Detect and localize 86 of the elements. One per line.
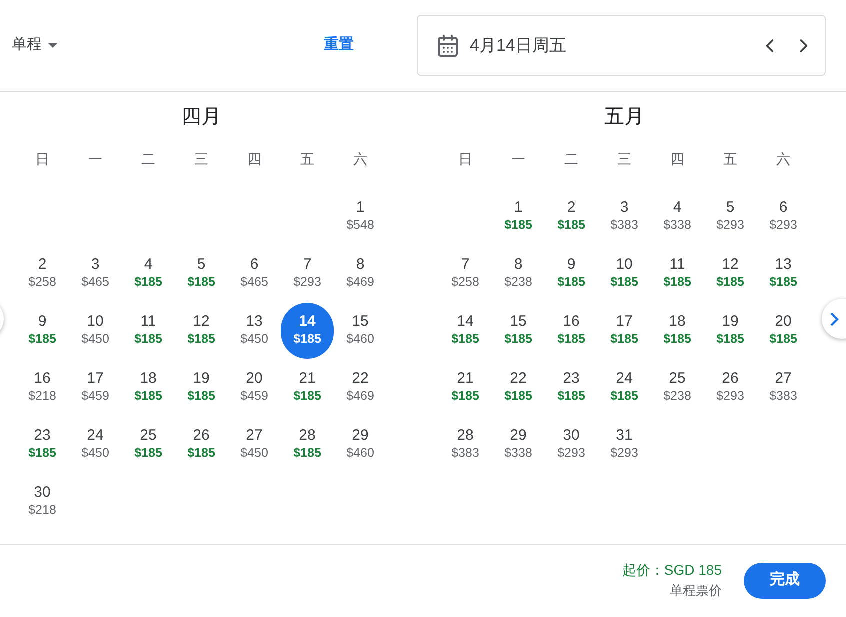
calendar-day[interactable]: 20 $459	[228, 360, 281, 416]
done-button[interactable]: 完成	[744, 562, 826, 598]
calendar-day[interactable]: 24 $185	[598, 360, 651, 416]
calendar-day[interactable]: 5 $293	[704, 188, 757, 244]
calendar-day[interactable]: 7 $258	[439, 246, 492, 302]
calendar-day[interactable]: 20 $185	[757, 302, 810, 358]
calendar-day[interactable]: 5 $185	[175, 246, 228, 302]
calendar-day[interactable]: 14 $185	[439, 302, 492, 358]
calendar-day[interactable]: 9 $185	[545, 246, 598, 302]
calendar-day[interactable]: 14 $185	[281, 302, 334, 358]
calendar-day[interactable]: 8 $469	[334, 246, 387, 302]
weekday-label: 四	[670, 150, 686, 168]
calendar-day[interactable]: 19 $185	[704, 302, 757, 358]
calendar-day[interactable]: 1 $548	[334, 188, 387, 244]
month-title: 五月	[604, 105, 646, 130]
calendar-day[interactable]: 6 $465	[228, 246, 281, 302]
calendar-day[interactable]: 13 $185	[757, 246, 810, 302]
calendar-day[interactable]: 6 $293	[757, 188, 810, 244]
weekday-label: 三	[616, 150, 632, 168]
calendar-day[interactable]: 16 $218	[16, 360, 69, 416]
calendar-day[interactable]: 13 $450	[228, 302, 281, 358]
calendar-day[interactable]: 21 $185	[439, 360, 492, 416]
calendar-day[interactable]: 23 $185	[16, 416, 69, 472]
weekday-label: 二	[564, 150, 580, 168]
calendar-day[interactable]: 4 $338	[651, 188, 704, 244]
calendar-day[interactable]: 17 $185	[598, 302, 651, 358]
calendar-day[interactable]: 11 $185	[122, 302, 175, 358]
calendar-day[interactable]: 15 $185	[492, 302, 545, 358]
calendar-day[interactable]: 1 $185	[492, 188, 545, 244]
starting-price: 起价：SGD 185	[622, 561, 722, 580]
calendar-day[interactable]: 29 $460	[334, 416, 387, 472]
calendar-day[interactable]: 19 $185	[175, 360, 228, 416]
calendar-day[interactable]: 17 $459	[69, 360, 122, 416]
calendar-day[interactable]: 28 $383	[439, 416, 492, 472]
weekday-label: 六	[776, 150, 792, 168]
calendar-day[interactable]: 16 $185	[545, 302, 598, 358]
calendar-day[interactable]: 18 $185	[122, 360, 175, 416]
calendar-day[interactable]: 8 $238	[492, 246, 545, 302]
calendar-icon	[436, 34, 460, 58]
calendar-day[interactable]: 22 $185	[492, 360, 545, 416]
weekday-label: 六	[352, 150, 368, 168]
date-field[interactable]: 4月14日周五	[417, 15, 826, 76]
calendar-day[interactable]: 21 $185	[281, 360, 334, 416]
calendar-day[interactable]: 30 $218	[16, 474, 69, 530]
calendar-day[interactable]: 22 $469	[334, 360, 387, 416]
month-title: 四月	[180, 105, 222, 130]
calendar-day[interactable]: 26 $185	[175, 416, 228, 472]
calendar-day[interactable]: 24 $450	[69, 416, 122, 472]
calendar-day[interactable]: 12 $185	[704, 246, 757, 302]
calendar-day[interactable]: 29 $338	[492, 416, 545, 472]
calendar-day[interactable]: 27 $450	[228, 416, 281, 472]
weekday-label: 五	[300, 150, 316, 168]
calendar-day[interactable]: 15 $460	[334, 302, 387, 358]
weekday-label: 五	[722, 150, 738, 168]
calendar-day[interactable]: 2 $185	[545, 188, 598, 244]
calendar-day[interactable]: 10 $185	[598, 246, 651, 302]
weekday-label: 日	[34, 150, 50, 168]
calendar-day[interactable]: 18 $185	[651, 302, 704, 358]
price-note: 单程票价	[670, 582, 722, 600]
weekday-label: 一	[510, 150, 526, 168]
calendar-day[interactable]: 23 $185	[545, 360, 598, 416]
trip-type-dropdown[interactable]: 单程	[12, 34, 58, 57]
calendar-day[interactable]: 31 $293	[598, 416, 651, 472]
calendar-day[interactable]: 30 $293	[545, 416, 598, 472]
calendar-day[interactable]: 9 $185	[16, 302, 69, 358]
calendar-day[interactable]: 10 $450	[69, 302, 122, 358]
weekday-label: 四	[246, 150, 262, 168]
calendar-day[interactable]: 27 $383	[757, 360, 810, 416]
calendar-day[interactable]: 4 $185	[122, 246, 175, 302]
next-icon	[830, 312, 839, 326]
calendar-day[interactable]: 3 $465	[69, 246, 122, 302]
calendar-day[interactable]: 28 $185	[281, 416, 334, 472]
calendar-day[interactable]: 26 $293	[704, 360, 757, 416]
caret-icon	[48, 43, 58, 48]
calendar-day[interactable]: 11 $185	[651, 246, 704, 302]
calendar-day[interactable]: 7 $293	[281, 246, 334, 302]
weekday-label: 日	[458, 150, 474, 168]
calendar-day[interactable]: 3 $383	[598, 188, 651, 244]
weekday-label: 一	[88, 150, 104, 168]
calendar-day[interactable]: 25 $238	[651, 360, 704, 416]
weekday-label: 二	[140, 150, 156, 168]
weekday-label: 三	[194, 150, 210, 168]
calendar-day[interactable]: 2 $258	[16, 246, 69, 302]
calendar-day[interactable]: 25 $185	[122, 416, 175, 472]
calendar-day[interactable]: 12 $185	[175, 302, 228, 358]
reset-link[interactable]: 重置	[324, 34, 354, 57]
